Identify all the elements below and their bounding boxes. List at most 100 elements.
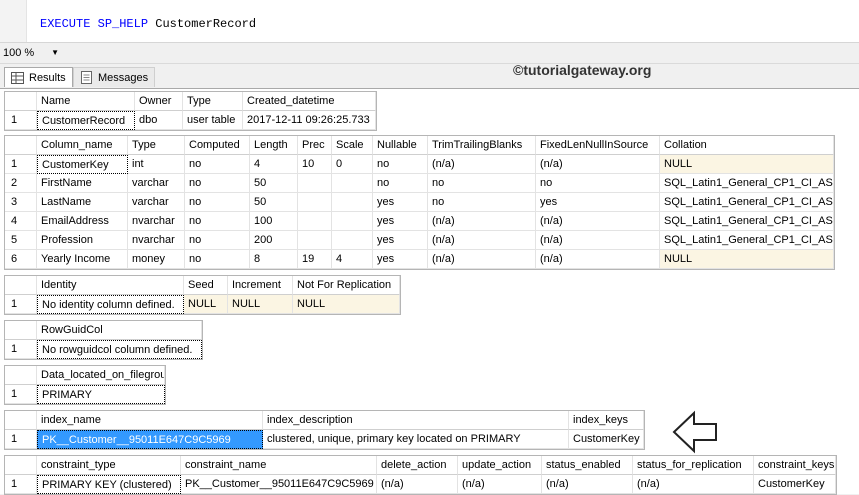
table-cell[interactable]: PK__Customer__95011E647C9C5969 xyxy=(37,430,263,449)
column-header[interactable]: index_name xyxy=(37,411,263,430)
table-row[interactable]: 1 No identity column defined. NULL NULL NULL xyxy=(5,295,400,314)
table-cell[interactable] xyxy=(298,174,332,193)
table-cell[interactable]: SQL_Latin1_General_CP1_CI_AS xyxy=(660,212,834,231)
column-header[interactable]: constraint_type xyxy=(37,456,181,475)
column-header[interactable]: Collation xyxy=(660,136,834,155)
row-number-header[interactable] xyxy=(5,276,37,295)
table-cell[interactable]: (n/a) xyxy=(536,212,660,231)
tab-messages[interactable]: Messages xyxy=(73,67,156,87)
table-row[interactable]: 1 CustomerKey int no 4 10 0 no (n/a) (n/a) NULL xyxy=(5,155,834,174)
row-number[interactable]: 3 xyxy=(5,193,37,212)
column-header[interactable]: Identity xyxy=(37,276,184,295)
column-header[interactable]: Not For Replication xyxy=(293,276,400,295)
table-cell[interactable]: CustomerKey xyxy=(754,475,836,494)
column-header[interactable]: Type xyxy=(183,92,243,111)
column-header[interactable]: Column_name xyxy=(37,136,128,155)
table-cell[interactable] xyxy=(298,212,332,231)
column-header[interactable]: status_for_replication xyxy=(633,456,754,475)
table-cell[interactable]: no xyxy=(185,174,250,193)
table-cell[interactable]: (n/a) xyxy=(536,231,660,250)
column-header[interactable]: Prec xyxy=(298,136,332,155)
table-cell[interactable]: PK__Customer__95011E647C9C5969 xyxy=(181,475,377,494)
table-row[interactable]: 2 FirstName varchar no 50 no no no SQL_Latin1_Ge… xyxy=(5,174,834,193)
table-cell[interactable]: No rowguidcol column defined. xyxy=(37,340,202,359)
column-header[interactable]: Scale xyxy=(332,136,373,155)
table-cell[interactable]: no xyxy=(185,155,250,174)
table-cell[interactable]: yes xyxy=(373,193,428,212)
column-header[interactable]: Owner xyxy=(135,92,183,111)
column-header[interactable]: RowGuidCol xyxy=(37,321,202,340)
table-row[interactable]: 6 Yearly Income money no 8 19 4 yes (n/a) (n/a) NU… xyxy=(5,250,834,269)
column-header[interactable]: constraint_keys xyxy=(754,456,836,475)
column-header[interactable]: Computed xyxy=(185,136,250,155)
table-cell[interactable] xyxy=(298,193,332,212)
row-number-header[interactable] xyxy=(5,456,37,475)
table-cell[interactable]: 50 xyxy=(250,193,298,212)
tab-results[interactable]: Results xyxy=(4,67,73,87)
table-cell[interactable]: CustomerRecord xyxy=(37,111,135,130)
table-cell[interactable] xyxy=(332,193,373,212)
column-header[interactable]: Increment xyxy=(228,276,293,295)
row-number[interactable]: 1 xyxy=(5,340,37,359)
table-cell[interactable]: CustomerKey xyxy=(37,155,128,174)
row-number[interactable]: 5 xyxy=(5,231,37,250)
table-cell[interactable]: yes xyxy=(373,231,428,250)
result-grid-constraint[interactable]: constraint_type constraint_name delete_act… xyxy=(4,455,837,495)
table-cell[interactable]: NULL xyxy=(293,295,400,314)
table-cell[interactable]: Profession xyxy=(37,231,128,250)
table-cell[interactable]: 8 xyxy=(250,250,298,269)
result-grid-object[interactable]: Name Owner Type Created_datetime 1 CustomerRe… xyxy=(4,91,377,131)
table-cell[interactable]: Yearly Income xyxy=(37,250,128,269)
table-cell[interactable]: No identity column defined. xyxy=(37,295,184,314)
row-number[interactable]: 1 xyxy=(5,385,37,404)
row-number[interactable]: 1 xyxy=(5,475,37,494)
table-cell[interactable]: no xyxy=(185,250,250,269)
table-cell[interactable]: (n/a) xyxy=(536,155,660,174)
result-grid-filegroup[interactable]: Data_located_on_filegroup 1 PRIMARY xyxy=(4,365,166,405)
table-cell[interactable]: 4 xyxy=(332,250,373,269)
table-cell[interactable]: user table xyxy=(183,111,243,130)
table-cell[interactable]: (n/a) xyxy=(536,250,660,269)
table-cell[interactable]: 10 xyxy=(298,155,332,174)
table-cell[interactable]: 0 xyxy=(332,155,373,174)
column-header[interactable]: update_action xyxy=(458,456,542,475)
table-cell[interactable]: dbo xyxy=(135,111,183,130)
table-cell[interactable] xyxy=(332,231,373,250)
table-cell[interactable]: 4 xyxy=(250,155,298,174)
table-row[interactable]: 1 PK__Customer__95011E647C9C5969 clustered… xyxy=(5,430,644,449)
table-cell[interactable]: no xyxy=(428,174,536,193)
table-cell[interactable]: (n/a) xyxy=(428,155,536,174)
table-cell[interactable]: (n/a) xyxy=(542,475,633,494)
table-cell[interactable]: NULL xyxy=(660,250,834,269)
table-cell[interactable]: SQL_Latin1_General_CP1_CI_AS xyxy=(660,174,834,193)
table-cell[interactable]: (n/a) xyxy=(428,231,536,250)
table-cell[interactable]: NULL xyxy=(228,295,293,314)
table-cell[interactable]: no xyxy=(185,212,250,231)
table-cell[interactable]: 2017-12-11 09:26:25.733 xyxy=(243,111,376,130)
table-cell[interactable]: no xyxy=(536,174,660,193)
row-number-header[interactable] xyxy=(5,321,37,340)
table-cell[interactable]: NULL xyxy=(184,295,228,314)
table-cell[interactable] xyxy=(332,174,373,193)
table-cell[interactable]: (n/a) xyxy=(633,475,754,494)
result-grid-columns[interactable]: Column_name Type Computed Length Prec Scale Nu… xyxy=(4,135,835,270)
column-header[interactable]: Created_datetime xyxy=(243,92,376,111)
table-cell[interactable]: FirstName xyxy=(37,174,128,193)
row-number[interactable]: 6 xyxy=(5,250,37,269)
row-number-header[interactable] xyxy=(5,366,37,385)
table-cell[interactable]: no xyxy=(185,231,250,250)
table-row[interactable]: 1 PRIMARY KEY (clustered) PK__Customer__95… xyxy=(5,475,836,494)
table-cell[interactable]: yes xyxy=(373,212,428,231)
column-header[interactable]: Name xyxy=(37,92,135,111)
column-header[interactable]: Nullable xyxy=(373,136,428,155)
result-grid-identity[interactable]: Identity Seed Increment Not For Replication… xyxy=(4,275,401,315)
zoom-dropdown[interactable]: 100 % ▼ xyxy=(3,45,61,60)
column-header[interactable]: TrimTrailingBlanks xyxy=(428,136,536,155)
table-cell[interactable]: 100 xyxy=(250,212,298,231)
table-row[interactable]: 1 CustomerRecord dbo user table 2017-12-11 0… xyxy=(5,111,376,130)
table-cell[interactable]: no xyxy=(185,193,250,212)
query-text[interactable]: EXECUTE SP_HELP CustomerRecord xyxy=(40,17,256,31)
table-cell[interactable]: (n/a) xyxy=(458,475,542,494)
row-number[interactable]: 1 xyxy=(5,155,37,174)
row-number[interactable]: 2 xyxy=(5,174,37,193)
